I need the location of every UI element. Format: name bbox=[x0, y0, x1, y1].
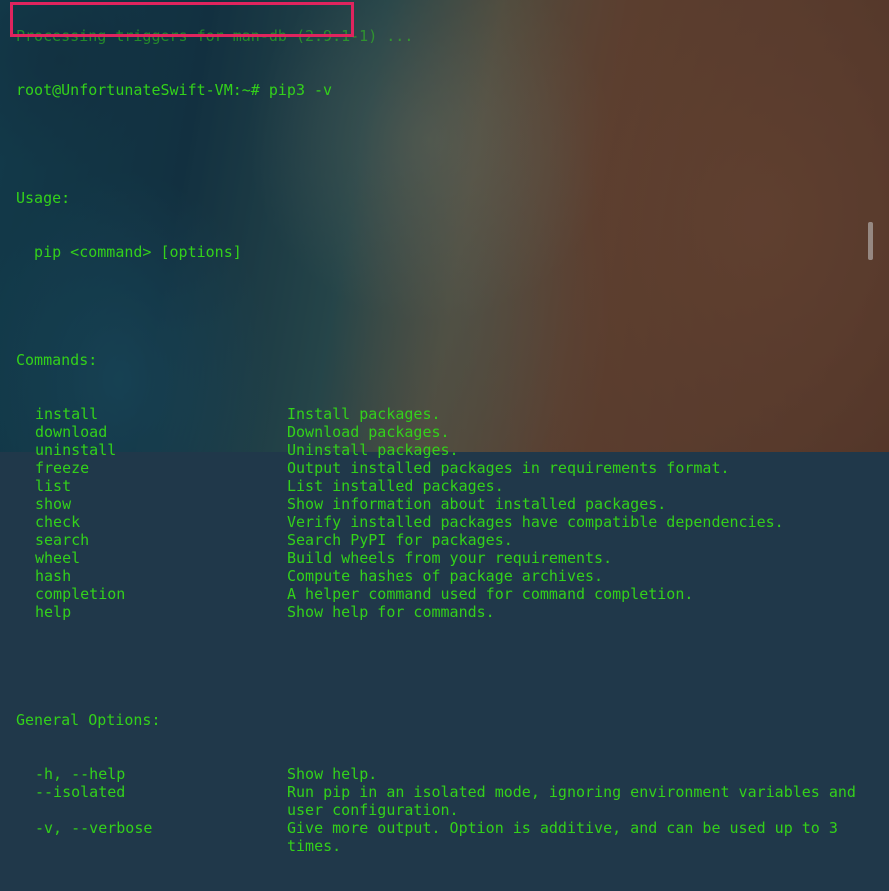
command-name: list bbox=[35, 477, 72, 495]
option-row: -v, --verbose Give more output. Option is… bbox=[16, 819, 865, 837]
option-row: user configuration. bbox=[16, 801, 865, 819]
highlight-box bbox=[10, 2, 354, 37]
option-name: -v, --verbose bbox=[35, 819, 153, 837]
command-description: Search PyPI for packages. bbox=[287, 531, 513, 549]
command-name: freeze bbox=[35, 459, 90, 477]
command-row: search Search PyPI for packages. bbox=[16, 531, 865, 549]
terminal-output: Processing triggers for man-db (2.9.1-1)… bbox=[16, 0, 865, 891]
command-description: A helper command used for command comple… bbox=[287, 585, 694, 603]
options-list: -h, --help Show help. --isolated Run pip in… bbox=[16, 765, 865, 855]
command-row: show Show information about installed pac… bbox=[16, 495, 865, 513]
scrollbar-thumb[interactable] bbox=[868, 222, 873, 260]
command-name: download bbox=[35, 423, 108, 441]
command-name: check bbox=[35, 513, 81, 531]
commands-header: Commands: bbox=[16, 351, 98, 369]
command-name: show bbox=[35, 495, 72, 513]
command-row: wheel Build wheels from your requirements… bbox=[16, 549, 865, 567]
command-row: install Install packages. bbox=[16, 405, 865, 423]
command-name: install bbox=[35, 405, 99, 423]
command-row: list List installed packages. bbox=[16, 477, 865, 495]
command-description: Output installed packages in requirement… bbox=[287, 459, 730, 477]
command-row: check Verify installed packages have comp… bbox=[16, 513, 865, 531]
terminal-window[interactable]: Processing triggers for man-db (2.9.1-1)… bbox=[0, 0, 889, 855]
command-name: wheel bbox=[35, 549, 81, 567]
usage-header: Usage: bbox=[16, 189, 71, 207]
command-name: completion bbox=[35, 585, 126, 603]
command-name: help bbox=[35, 603, 72, 621]
option-description: user configuration. bbox=[287, 801, 459, 819]
command-description: Verify installed packages have compatibl… bbox=[287, 513, 784, 531]
command-description: Uninstall packages. bbox=[287, 441, 459, 459]
commands-list: install Install packages. download Download… bbox=[16, 405, 865, 621]
command-prompt: root@UnfortunateSwift-VM:~# pip3 -v bbox=[16, 81, 333, 99]
command-description: Build wheels from your requirements. bbox=[287, 549, 613, 567]
option-description: Give more output. Option is additive, an… bbox=[287, 819, 838, 837]
command-row: uninstall Uninstall packages. bbox=[16, 441, 865, 459]
command-description: Show information about installed package… bbox=[287, 495, 667, 513]
usage-line: pip <command> [options] bbox=[16, 243, 242, 261]
command-row: hash Compute hashes of package archives. bbox=[16, 567, 865, 585]
option-name: -h, --help bbox=[35, 765, 126, 783]
command-description: List installed packages. bbox=[287, 477, 504, 495]
command-description: Show help for commands. bbox=[287, 603, 495, 621]
command-name: search bbox=[35, 531, 90, 549]
command-description: Compute hashes of package archives. bbox=[287, 567, 604, 585]
command-name: uninstall bbox=[35, 441, 117, 459]
option-row: times. bbox=[16, 837, 865, 855]
general-options-header: General Options: bbox=[16, 711, 161, 729]
command-row: download Download packages. bbox=[16, 423, 865, 441]
command-description: Install packages. bbox=[287, 405, 441, 423]
command-row: freeze Output installed packages in requi… bbox=[16, 459, 865, 477]
option-row: -h, --help Show help. bbox=[16, 765, 865, 783]
command-name: hash bbox=[35, 567, 72, 585]
command-row: help Show help for commands. bbox=[16, 603, 865, 621]
option-name: --isolated bbox=[35, 783, 126, 801]
option-description: times. bbox=[287, 837, 342, 855]
command-description: Download packages. bbox=[287, 423, 450, 441]
option-description: Run pip in an isolated mode, ignoring en… bbox=[287, 783, 856, 801]
command-row: completion A helper command used for comm… bbox=[16, 585, 865, 603]
option-row: --isolated Run pip in an isolated mode, i… bbox=[16, 783, 865, 801]
option-description: Show help. bbox=[287, 765, 378, 783]
